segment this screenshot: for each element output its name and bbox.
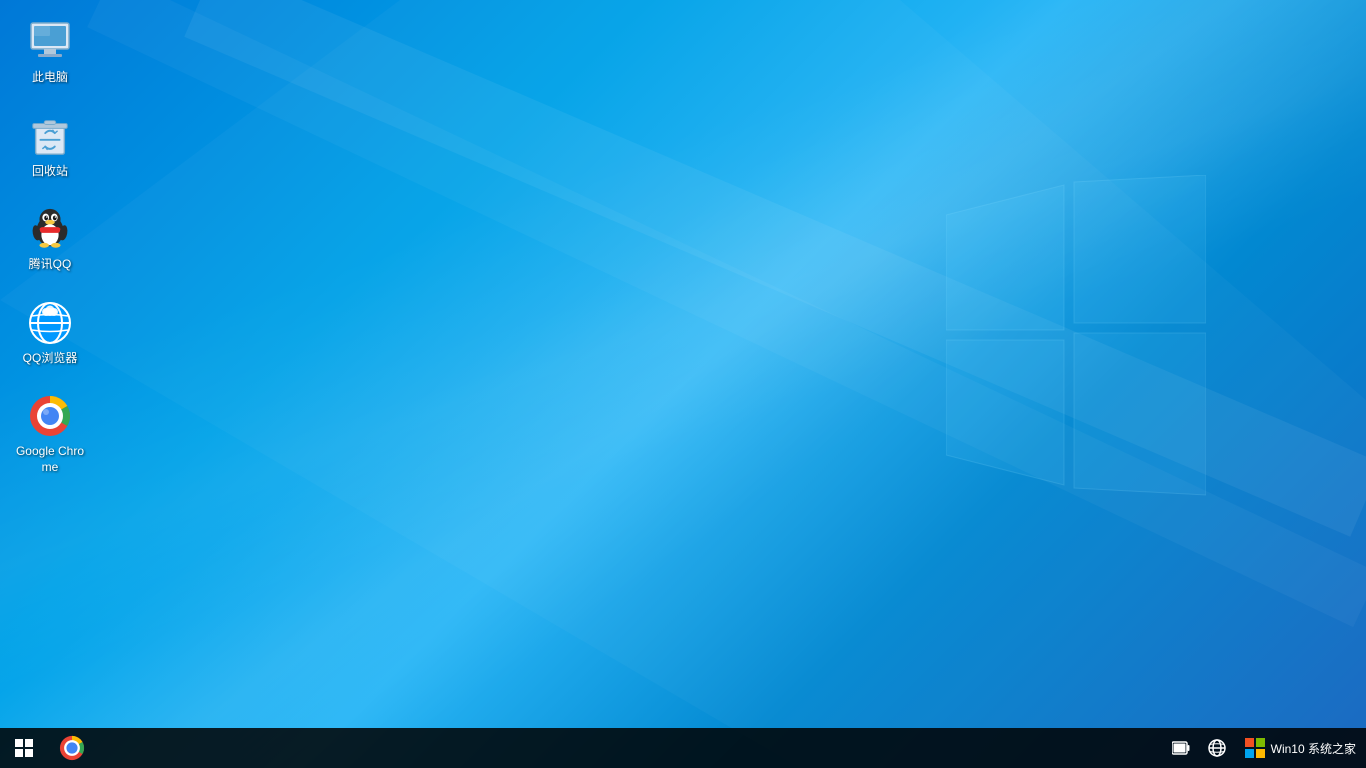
this-pc-image (26, 18, 74, 66)
google-chrome-icon[interactable]: Google Chrome (10, 384, 90, 483)
desktop: 此电脑 回收站 (0, 0, 1366, 768)
taskbar: Win10 系统之家 (0, 728, 1366, 768)
win10-badge-text: Win10 系统之家 (1271, 740, 1356, 757)
recycle-bin-icon[interactable]: 回收站 (10, 104, 90, 188)
tencent-qq-image (26, 205, 74, 253)
battery-tray-icon[interactable] (1163, 728, 1199, 768)
recycle-bin-label: 回收站 (32, 164, 68, 180)
desktop-icons-container: 此电脑 回收站 (10, 10, 90, 484)
qq-browser-icon[interactable]: QQ浏览器 (10, 291, 90, 375)
recycle-bin-image (26, 112, 74, 160)
win10-branding-badge[interactable]: Win10 系统之家 (1235, 728, 1366, 768)
tencent-qq-icon[interactable]: 腾讯QQ (10, 197, 90, 281)
google-chrome-image (26, 392, 74, 440)
qq-browser-label: QQ浏览器 (23, 351, 78, 367)
tencent-qq-label: 腾讯QQ (29, 257, 72, 273)
qq-browser-image (26, 299, 74, 347)
windows-logo-decoration (946, 175, 1206, 505)
this-pc-label: 此电脑 (32, 70, 68, 86)
system-tray: Win10 系统之家 (1163, 728, 1366, 768)
taskbar-chrome-button[interactable] (52, 728, 92, 768)
start-button[interactable] (0, 728, 48, 768)
network-tray-icon[interactable] (1199, 728, 1235, 768)
this-pc-icon[interactable]: 此电脑 (10, 10, 90, 94)
google-chrome-label: Google Chrome (14, 444, 86, 475)
